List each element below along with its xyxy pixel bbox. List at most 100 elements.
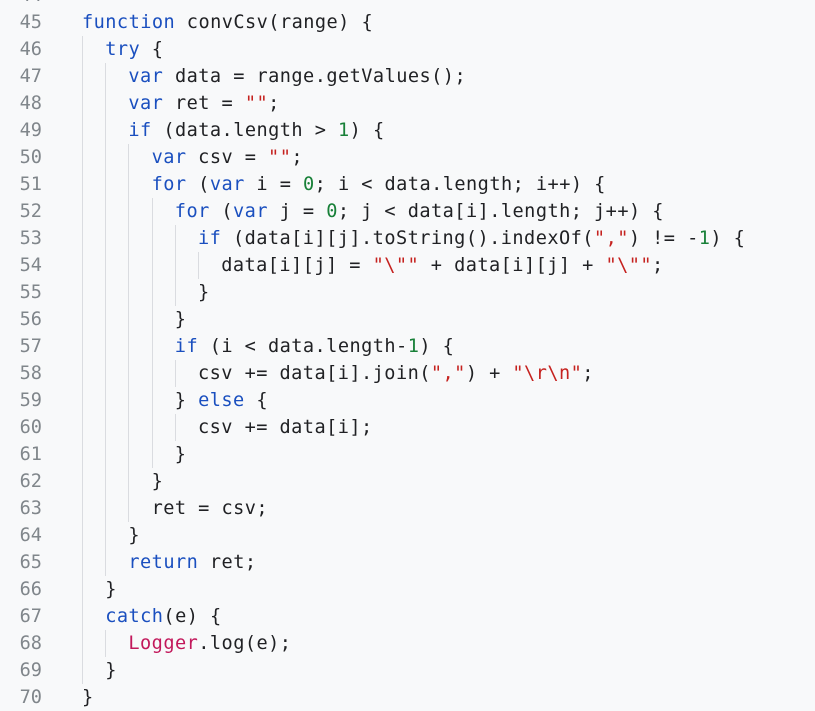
code-token: }	[174, 444, 187, 465]
indent-guide	[128, 468, 130, 495]
indent-guide	[82, 522, 83, 549]
code-token: ;	[291, 147, 303, 168]
code-text: }	[105, 576, 117, 603]
code-line[interactable]: 49 if (data.length > 1) {	[0, 117, 815, 144]
number-token: 1	[407, 336, 420, 357]
code-token: }	[174, 390, 199, 411]
line-number: 70	[19, 687, 42, 708]
code-line[interactable]: 51 for (var i = 0; i < data.length; i++) …	[0, 171, 815, 198]
indent-guide	[82, 468, 83, 495]
indent-guide	[82, 414, 83, 441]
line-number: 50	[19, 147, 42, 168]
indent-guide	[82, 144, 83, 171]
indent-guide	[82, 171, 83, 198]
indent-guide	[128, 171, 130, 198]
code-token: (data[i][j].toString().indexOf(	[221, 228, 594, 249]
code-line[interactable]: 69}	[0, 657, 815, 684]
code-token: ;	[582, 363, 594, 384]
code-line[interactable]: 68 Logger.log(e);	[0, 630, 815, 657]
line-number: 44	[0, 0, 42, 9]
code-line[interactable]: 58 csv += data[i].join(",") + "\r\n";	[0, 360, 815, 387]
class-token: Logger	[128, 633, 199, 654]
code-token: ret;	[198, 552, 257, 573]
code-line[interactable]: 50 var csv = "";	[0, 144, 815, 171]
code-text: }	[128, 522, 140, 549]
keyword-token: else	[198, 390, 245, 411]
code-line[interactable]: 47 var data = range.getValues();	[0, 63, 815, 90]
indent-guide	[105, 117, 107, 144]
code-text: return ret;	[128, 549, 256, 576]
code-token: (	[186, 174, 210, 195]
code-line[interactable]: 65 return ret;	[0, 549, 815, 576]
code-text: function convCsv(range) {	[82, 9, 373, 36]
indent-guide	[82, 387, 83, 414]
keyword-token: return	[128, 552, 199, 573]
code-line[interactable]: 66}	[0, 576, 815, 603]
indent-guide	[151, 360, 153, 387]
code-line[interactable]: 55}	[0, 279, 815, 306]
line-number: 51	[19, 174, 42, 195]
indent-guide	[128, 198, 130, 225]
keyword-token: try	[105, 39, 141, 60]
code-line[interactable]: 62}	[0, 468, 815, 495]
indent-guide	[82, 63, 83, 90]
code-text: Logger.log(e);	[128, 630, 291, 657]
indent-guide	[105, 144, 107, 171]
code-token: }	[128, 525, 141, 546]
code-token: + data[i][j] +	[419, 255, 606, 276]
code-line[interactable]: 63 ret = csv;	[0, 495, 815, 522]
code-token: ret = csv;	[151, 498, 269, 519]
indent-guide	[82, 657, 83, 684]
code-text: var data = range.getValues();	[128, 63, 466, 90]
code-token: data = range.getValues();	[163, 66, 467, 87]
code-line[interactable]: 53 if (data[i][j].toString().indexOf(",")…	[0, 225, 815, 252]
code-token: }	[151, 471, 164, 492]
code-line[interactable]: 59} else {	[0, 387, 815, 414]
line-number: 47	[19, 66, 42, 87]
code-token: ret =	[163, 93, 245, 114]
line-number: 65	[19, 552, 42, 573]
code-line[interactable]: 52 for (var j = 0; j < data[i].length; j+…	[0, 198, 815, 225]
indent-guide	[105, 306, 107, 333]
code-token: ; j < data[i].length; j++) {	[337, 201, 664, 222]
line-number: 62	[19, 471, 42, 492]
code-line[interactable]: 57 if (i < data.length-1) {	[0, 333, 815, 360]
code-line[interactable]: 61}	[0, 441, 815, 468]
code-text: for (var i = 0; i < data.length; i++) {	[152, 171, 606, 198]
code-line[interactable]: 48 var ret = "";	[0, 90, 815, 117]
code-token: {	[140, 39, 164, 60]
code-line[interactable]: 46 try {	[0, 36, 815, 63]
code-token: (data.length >	[151, 120, 338, 141]
code-text: if (data.length > 1) {	[128, 117, 384, 144]
code-editor[interactable]: 4445function convCsv(range) {46try { 47 va…	[0, 0, 815, 711]
code-line[interactable]: 54 data[i][j] = "\"" + data[i][j] + "\"";	[0, 252, 815, 279]
code-line[interactable]: 44	[0, 0, 815, 9]
code-token: }	[174, 309, 187, 330]
line-number: 54	[19, 255, 42, 276]
code-line[interactable]: 60 csv += data[i];	[0, 414, 815, 441]
code-line[interactable]: 56}	[0, 306, 815, 333]
line-number: 63	[19, 498, 42, 519]
code-line[interactable]: 64}	[0, 522, 815, 549]
indent-guide	[105, 468, 107, 495]
indent-guide	[105, 279, 107, 306]
code-line[interactable]: 67 catch(e) {	[0, 603, 815, 630]
line-number: 59	[19, 390, 42, 411]
code-line[interactable]: 70}	[0, 684, 815, 711]
indent-guide	[198, 252, 199, 279]
code-token: ) +	[465, 363, 513, 384]
line-number: 48	[19, 93, 42, 114]
number-token: 0	[326, 201, 338, 222]
code-text: data[i][j] = "\"" + data[i][j] + "\"";	[221, 252, 664, 279]
indent-guide	[105, 522, 107, 549]
code-token: .log(e);	[198, 633, 292, 654]
indent-guide	[151, 252, 153, 279]
keyword-token: var	[128, 93, 164, 114]
code-text: csv += data[i];	[198, 414, 373, 441]
string-token: ","	[430, 363, 466, 384]
code-token: csv += data[i];	[198, 417, 373, 438]
code-line[interactable]: 45 function convCsv(range) {	[0, 9, 815, 36]
indent-guide	[82, 603, 83, 630]
indent-guide	[151, 279, 153, 306]
code-text: }	[198, 279, 210, 306]
